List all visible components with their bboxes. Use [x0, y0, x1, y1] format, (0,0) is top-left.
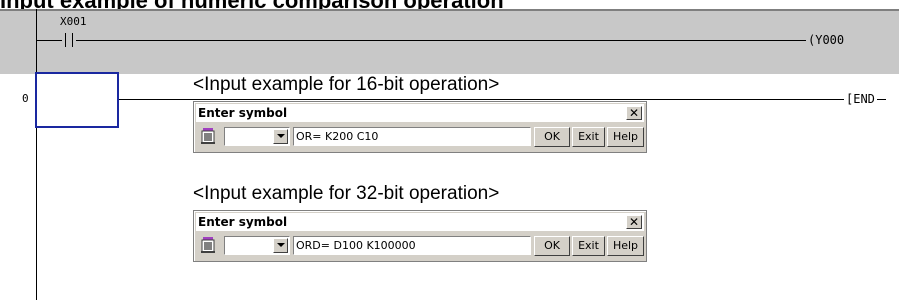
dialog-title: Enter symbol [198, 215, 288, 229]
help-button[interactable]: Help [607, 236, 644, 256]
coil-device-label: Y000 [815, 33, 845, 47]
chevron-down-icon[interactable] [273, 129, 288, 144]
instruction-input[interactable]: ORD= D100 K100000 [293, 236, 531, 255]
instruction-list-icon[interactable] [200, 127, 218, 145]
instruction-list-icon[interactable] [200, 236, 218, 254]
instruction-type-select[interactable] [224, 236, 290, 255]
end-instruction[interactable]: [END [844, 92, 877, 106]
close-button[interactable]: ✕ [626, 106, 642, 120]
ok-button[interactable]: OK [534, 127, 570, 147]
caption-32bit: <Input example for 32-bit operation> [193, 183, 500, 205]
ladder-rung-1-area[interactable] [0, 9, 899, 74]
enter-symbol-dialog-16bit: Enter symbol ✕ OR= K200 C10 OK Exit Help [193, 101, 647, 153]
output-coil[interactable]: (Y000 [806, 33, 847, 47]
normally-open-contact-icon[interactable] [62, 33, 76, 47]
ok-button[interactable]: OK [534, 236, 570, 256]
contact-device-label: X001 [60, 15, 87, 28]
close-button[interactable]: ✕ [626, 215, 642, 229]
enter-symbol-dialog-32bit: Enter symbol ✕ ORD= D100 K100000 OK Exit… [193, 210, 647, 262]
dialog-titlebar[interactable]: Enter symbol ✕ [196, 104, 644, 122]
step-number: 0 [22, 92, 29, 105]
ladder-cursor[interactable] [35, 72, 119, 128]
chevron-down-icon[interactable] [273, 238, 288, 253]
help-button[interactable]: Help [607, 127, 644, 147]
dialog-body: ORD= D100 K100000 OK Exit Help [196, 233, 644, 259]
dialog-body: OR= K200 C10 OK Exit Help [196, 124, 644, 150]
exit-button[interactable]: Exit [572, 236, 605, 256]
ladder-rung-2-line [36, 99, 886, 100]
dialog-title: Enter symbol [198, 106, 288, 120]
ladder-left-rail [36, 9, 37, 300]
instruction-type-select[interactable] [224, 127, 290, 146]
caption-16bit: <Input example for 16-bit operation> [193, 74, 500, 96]
end-label: END [853, 92, 875, 106]
instruction-input[interactable]: OR= K200 C10 [293, 127, 531, 146]
dialog-titlebar[interactable]: Enter symbol ✕ [196, 213, 644, 231]
exit-button[interactable]: Exit [572, 127, 605, 147]
ladder-rung-1-line [36, 40, 806, 41]
